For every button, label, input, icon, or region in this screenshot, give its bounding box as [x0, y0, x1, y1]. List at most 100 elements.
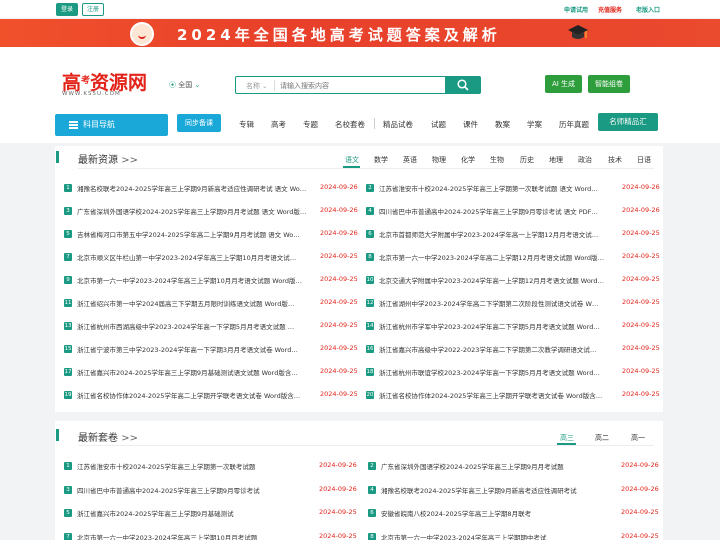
tab-grade-10[interactable]: 高一	[631, 433, 645, 443]
list-item-date: 2024-09-26	[320, 183, 358, 191]
item-number-badge: 6	[368, 509, 376, 517]
list-item-link[interactable]: 北京市第一六一中学2023-2024学年高三上学期期中考试	[381, 532, 609, 540]
list-item-date: 2024-09-25	[622, 252, 660, 260]
list-item-link[interactable]: 吉林省梅河口市第五中学2024-2025学年高二上学期9月月考试题 语文 Wo…	[77, 229, 307, 239]
apply-trial-link[interactable]: 申请试用	[564, 5, 588, 14]
list-item-link[interactable]: 浙江省嘉兴市2024-2025学年高三上学期9月基础测试语文试题 Word版含…	[77, 367, 307, 377]
nav-item-topic[interactable]: 专题	[303, 119, 318, 130]
list-item-date: 2024-09-26	[320, 206, 358, 214]
list-item-link[interactable]: 四川省巴中市普通高中2024-2025学年高三上学期9月零诊考试 语文 PDF…	[379, 206, 607, 216]
list-item-link[interactable]: 北京市顺义区牛栏山第一中学2023-2024学年高三上学期10月月考语文试…	[77, 252, 307, 262]
ai-generate-button[interactable]: AI 生成	[545, 75, 582, 93]
list-item-link[interactable]: 北京市第一六一中学2023-2024学年高三上学期10月月考语文试题 Word版…	[77, 275, 307, 285]
tab-technology[interactable]: 技术	[608, 155, 622, 165]
list-item-date: 2024-09-25	[320, 321, 358, 329]
item-number-badge: 12	[366, 299, 374, 307]
list-item-date: 2024-09-25	[319, 508, 357, 516]
item-number-badge: 1	[64, 462, 72, 470]
list-item-link[interactable]: 浙江省嘉兴市2024-2025学年高三上学期9月基础测试	[77, 508, 307, 518]
list-item-link[interactable]: 广东省深圳外国语学校2024-2025学年高三上学期9月月考试题	[381, 461, 609, 471]
item-number-badge: 2	[366, 184, 374, 192]
list-item-link[interactable]: 浙江省嘉兴市高级中学2022-2023学年高二下学期第二次教学调研语文试…	[379, 344, 607, 354]
list-item-date: 2024-09-25	[622, 390, 660, 398]
top-bar: 登录 注册 申请试用 充值服务 老版入口	[0, 0, 720, 18]
famous-teacher-button[interactable]: 名师精品汇	[598, 113, 658, 131]
latest-sets-title[interactable]: 最新套卷 >>	[78, 429, 138, 444]
list-item-link[interactable]: 四川省巴中市普通高中2024-2025学年高三上学期9月零诊考试	[77, 485, 307, 495]
chevron-down-icon: ⌄	[194, 81, 201, 89]
tab-japanese[interactable]: 日语	[637, 155, 651, 165]
nav-item-album[interactable]: 专辑	[239, 119, 254, 130]
item-number-badge: 8	[366, 253, 374, 261]
list-item-link[interactable]: 北京市第一六一中学2023-2024学年高二上学期12月月考语文试题 Word版…	[379, 252, 607, 262]
active-tab-underline	[343, 166, 360, 168]
tab-biology[interactable]: 生物	[490, 155, 504, 165]
more-link[interactable]: >>	[121, 433, 138, 444]
list-item-link[interactable]: 浙江省绍兴市第一中学2024届高三下学期五月限时训练语文试题 Word版…	[77, 298, 307, 308]
list-item-link[interactable]: 安徽省皖南八校2024-2025学年高三上学期8月联考	[381, 508, 609, 518]
gaokao-banner[interactable]: 2024年全国各地高考试题答案及解析	[0, 19, 720, 47]
list-item-date: 2024-09-26	[319, 484, 357, 493]
item-number-badge: 7	[64, 532, 72, 540]
list-item-link[interactable]: 浙江省杭州市学军中学2023-2024学年高二下学期5月月考语文试题 Word…	[379, 321, 607, 331]
tab-grade-12[interactable]: 高三	[560, 433, 574, 443]
list-item-link[interactable]: 浙江省名校协作体2024-2025学年高三上学期开学联考语文试卷 Word版含…	[379, 390, 607, 400]
latest-resources-title[interactable]: 最新资源 >>	[78, 151, 138, 166]
section-divider	[78, 445, 654, 446]
tab-chemistry[interactable]: 化学	[461, 155, 475, 165]
tab-geography[interactable]: 地理	[549, 155, 563, 165]
section-divider	[78, 168, 654, 169]
section-accent-bar	[56, 429, 59, 441]
nav-item-gaokao[interactable]: 高考	[271, 119, 286, 130]
subject-nav-button[interactable]: 科目导航	[55, 114, 168, 136]
nav-item-past-exams[interactable]: 历年真题	[559, 119, 589, 130]
list-item-link[interactable]: 湘豫名校联考2024-2025学年高三上学期9月新高考适应性调研考试	[381, 485, 609, 495]
sync-prep-button[interactable]: 同步备课	[177, 114, 221, 132]
item-number-badge: 13	[64, 322, 72, 330]
more-link[interactable]: >>	[121, 155, 138, 166]
list-item-link[interactable]: 浙江省杭州市西湖高级中学2023-2024学年高一下学期5月月考语文试题 …	[77, 321, 307, 331]
tab-math[interactable]: 数学	[374, 155, 388, 165]
list-item-link[interactable]: 浙江省湖州中学2023-2024学年高二下学期第二次阶段性测试语文试卷 W…	[379, 298, 607, 308]
search-category-label: 名称	[246, 82, 260, 90]
list-item-link[interactable]: 湘豫名校联考2024-2025学年高三上学期9月新高考适应性调研考试 语文 Wo…	[77, 183, 307, 193]
nav-item-school-sets[interactable]: 名校套卷	[335, 119, 365, 130]
nav-item-lesson-plans[interactable]: 教案	[495, 119, 510, 130]
nav-item-study-plans[interactable]: 学案	[527, 119, 542, 130]
tab-english[interactable]: 英语	[403, 155, 417, 165]
list-item-date: 2024-09-25	[319, 531, 357, 540]
tab-history[interactable]: 历史	[520, 155, 534, 165]
item-number-badge: 5	[64, 230, 72, 238]
tab-chinese[interactable]: 语文	[345, 155, 359, 165]
menu-icon	[69, 121, 78, 129]
tab-grade-11[interactable]: 高二	[595, 433, 609, 443]
login-button[interactable]: 登录	[56, 3, 78, 16]
list-item-link[interactable]: 浙江省杭州市联谊学校2023-2024学年高一下学期5月月考语文试题 Word…	[379, 367, 607, 377]
latest-sets-label: 最新套卷	[78, 433, 118, 444]
list-item-link[interactable]: 江苏省淮安市十校2024-2025学年高三上学期第一次联考试题 语文 Word…	[379, 183, 607, 193]
list-item-link[interactable]: 广东省深圳外国语学校2024-2025学年高三上学期9月月考试题 语文 Word…	[77, 206, 307, 216]
list-item-link[interactable]: 江苏省淮安市十校2024-2025学年高三上学期第一次联考试题	[77, 461, 307, 471]
list-item-link[interactable]: 北京交通大学附属中学2023-2024学年高一上学期12月月考语文试题 Word…	[379, 275, 607, 285]
recharge-link[interactable]: 充值服务	[598, 5, 622, 14]
register-button[interactable]: 注册	[82, 3, 104, 16]
list-item-link[interactable]: 浙江省宁波市第三中学2023-2024学年高一下学期3月月考语文试卷 Word…	[77, 344, 307, 354]
search-input[interactable]	[280, 79, 440, 92]
list-item-date: 2024-09-25	[320, 344, 358, 352]
tab-physics[interactable]: 物理	[432, 155, 446, 165]
nav-item-courseware[interactable]: 课件	[463, 119, 478, 130]
list-item-link[interactable]: 北京市首都师范大学附属中学2023-2024学年高一上学期12月月考语文试…	[379, 229, 607, 239]
search-button[interactable]	[445, 76, 481, 94]
list-item-link[interactable]: 北京市第一六一中学2023-2024学年高三上学期10月月考试题	[77, 532, 307, 540]
old-version-link[interactable]: 老版入口	[636, 5, 660, 14]
list-item-date: 2024-09-25	[621, 531, 659, 540]
nav-item-premium-papers[interactable]: 精品试卷	[383, 119, 413, 130]
smart-compose-button[interactable]: 智能组卷	[588, 75, 630, 93]
list-item-link[interactable]: 浙江省名校协作体2024-2025学年高二上学期开学联考语文试卷 Word版含…	[77, 390, 307, 400]
tab-politics[interactable]: 政治	[578, 155, 592, 165]
region-selector[interactable]: ⦿ 全国 ⌄	[169, 80, 200, 90]
nav-divider	[374, 118, 375, 129]
nav-item-questions[interactable]: 试题	[431, 119, 446, 130]
search-category-select[interactable]: 名称 ⌄	[246, 81, 267, 91]
list-item-date: 2024-09-25	[320, 390, 358, 398]
